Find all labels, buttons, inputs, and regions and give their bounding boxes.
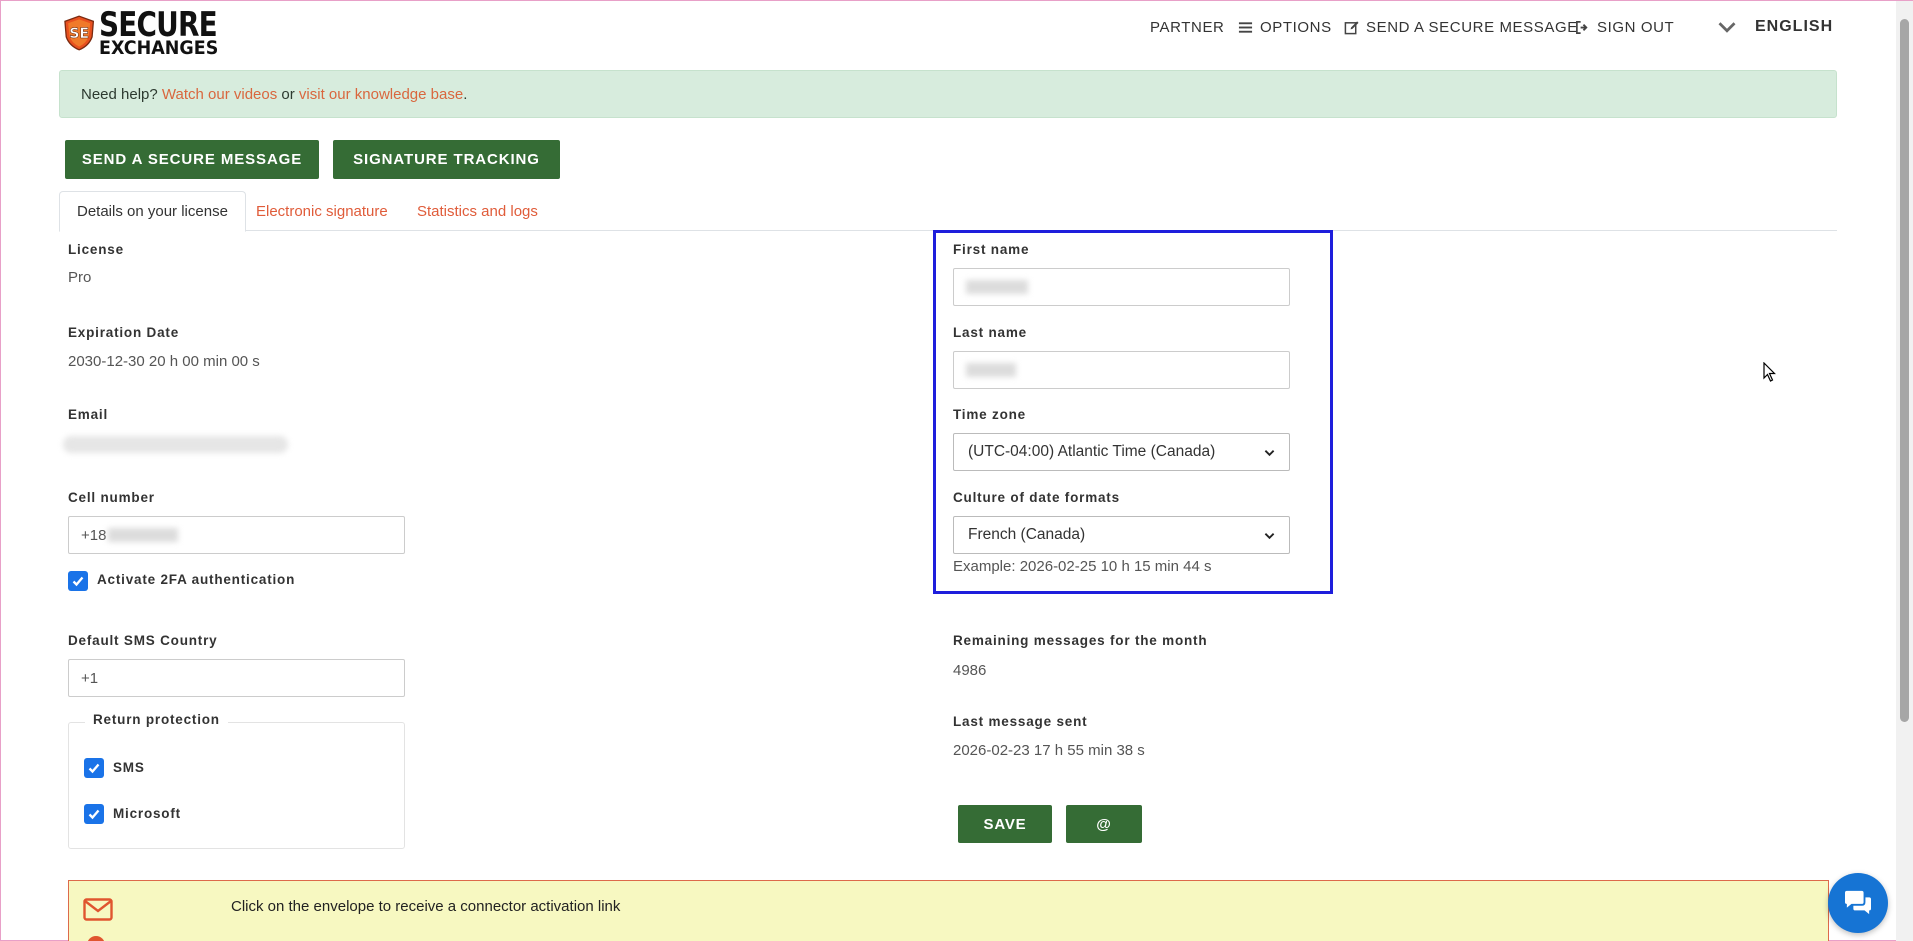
cell-number-input[interactable]: +18 (68, 516, 405, 554)
last-message-value: 2026-02-23 17 h 55 min 38 s (953, 742, 1145, 759)
microsoft-label: Microsoft (113, 806, 181, 821)
topnav: PARTNER (1150, 15, 1225, 39)
timezone-select[interactable]: (UTC-04:00) Atlantic Time (Canada) (953, 433, 1290, 471)
first-name-redacted (966, 280, 1028, 294)
microsoft-checkbox[interactable] (84, 804, 104, 824)
topnav-send: SEND A SECURE MESSAGE (1344, 15, 1578, 39)
sms-country-label: Default SMS Country (68, 633, 218, 648)
return-protection-group (68, 722, 405, 849)
chat-icon (1845, 890, 1871, 915)
last-message-label: Last message sent (953, 714, 1088, 729)
topnav-language: ENGLISH (1717, 15, 1833, 39)
nav-sign-out-label: SIGN OUT (1597, 18, 1675, 36)
sms-label: SMS (113, 760, 145, 775)
sign-out-icon (1576, 20, 1588, 34)
license-label: License (68, 242, 124, 257)
brand-logo[interactable]: SE SECURE EXCHANGES (63, 5, 243, 61)
envelope-icon[interactable] (83, 898, 113, 921)
scrollbar-thumb[interactable] (1900, 19, 1909, 722)
expiration-value: 2030-12-30 20 h 00 min 00 s (68, 353, 260, 370)
email-label: Email (68, 407, 109, 422)
tab-statistics-logs[interactable]: Statistics and logs (417, 191, 538, 231)
topnav-signout: SIGN OUT (1575, 15, 1674, 39)
first-name-input[interactable] (953, 268, 1290, 306)
shield-logo-icon: SE (64, 15, 95, 51)
edit-icon (1344, 20, 1359, 34)
help-prefix: Need help? (81, 85, 158, 103)
last-name-redacted (966, 363, 1016, 377)
menu-icon (1238, 21, 1253, 33)
twofa-checkbox[interactable] (68, 571, 88, 591)
status-dot-icon (87, 936, 105, 941)
tab-electronic-signature[interactable]: Electronic signature (256, 191, 388, 231)
email-at-button[interactable]: @ (1066, 805, 1142, 843)
nav-partner[interactable]: PARTNER (1150, 19, 1225, 36)
topnav-options: OPTIONS (1238, 15, 1332, 39)
chevron-down-icon (1264, 532, 1275, 539)
tab-details-license[interactable]: Details on your license (59, 191, 246, 232)
chat-button[interactable] (1828, 873, 1888, 933)
watch-videos-link[interactable]: Watch our videos (162, 86, 277, 103)
email-value-redacted (63, 436, 288, 453)
help-banner: Need help? Watch our videos or visit our… (59, 70, 1837, 118)
check-icon (88, 763, 100, 774)
culture-value: French (Canada) (968, 526, 1086, 543)
last-name-input[interactable] (953, 351, 1290, 389)
nav-options-label: OPTIONS (1260, 18, 1332, 36)
language-label: ENGLISH (1755, 18, 1834, 35)
brand-line2: EXCHANGES (99, 37, 219, 59)
first-name-label: First name (953, 242, 1030, 257)
check-icon (88, 809, 100, 820)
mouse-cursor-icon (1763, 362, 1776, 382)
sms-checkbox[interactable] (84, 758, 104, 778)
cell-number-value: +18 (81, 526, 107, 544)
remaining-messages-label: Remaining messages for the month (953, 633, 1208, 648)
nav-partner-label: PARTNER (1150, 18, 1225, 36)
cell-number-label: Cell number (68, 490, 155, 505)
cell-number-redacted (108, 528, 179, 542)
expiration-label: Expiration Date (68, 325, 180, 340)
help-or: or (281, 85, 295, 103)
last-name-label: Last name (953, 325, 1027, 340)
timezone-label: Time zone (953, 407, 1026, 422)
knowledge-base-link[interactable]: visit our knowledge base (299, 86, 463, 103)
check-icon (72, 576, 84, 587)
nav-send-label: SEND A SECURE MESSAGE (1366, 18, 1578, 36)
license-tabs: Details on your license Electronic signa… (59, 191, 1837, 232)
nav-options[interactable]: OPTIONS (1238, 19, 1332, 36)
connector-instruction: Click on the envelope to receive a conne… (231, 898, 621, 915)
nav-sign-out[interactable]: SIGN OUT (1575, 19, 1674, 36)
remaining-messages-value: 4986 (953, 662, 987, 679)
timezone-value: (UTC-04:00) Atlantic Time (Canada) (968, 443, 1216, 460)
save-button[interactable]: SAVE (958, 805, 1052, 843)
nav-send-message[interactable]: SEND A SECURE MESSAGE (1344, 19, 1578, 36)
send-secure-message-button[interactable]: SEND A SECURE MESSAGE (65, 140, 319, 179)
twofa-label: Activate 2FA authentication (97, 572, 296, 587)
chevron-down-icon (1264, 449, 1275, 456)
license-value: Pro (68, 269, 92, 286)
sms-country-value: +1 (81, 669, 99, 687)
return-protection-label: Return protection (85, 712, 228, 727)
connector-panel: Click on the envelope to receive a conne… (68, 880, 1829, 941)
brand-wordmark: SECURE EXCHANGES (99, 8, 243, 58)
signature-tracking-button[interactable]: SIGNATURE TRACKING (333, 140, 560, 179)
svg-text:SE: SE (69, 26, 89, 42)
help-suffix: . (463, 85, 468, 103)
date-format-example: Example: 2026-02-25 10 h 15 min 44 s (953, 558, 1212, 575)
chevron-down-icon (1718, 22, 1736, 33)
culture-select[interactable]: French (Canada) (953, 516, 1290, 554)
sms-country-input[interactable]: +1 (68, 659, 405, 697)
culture-label: Culture of date formats (953, 490, 1120, 505)
language-selector[interactable]: ENGLISH (1717, 17, 1833, 37)
